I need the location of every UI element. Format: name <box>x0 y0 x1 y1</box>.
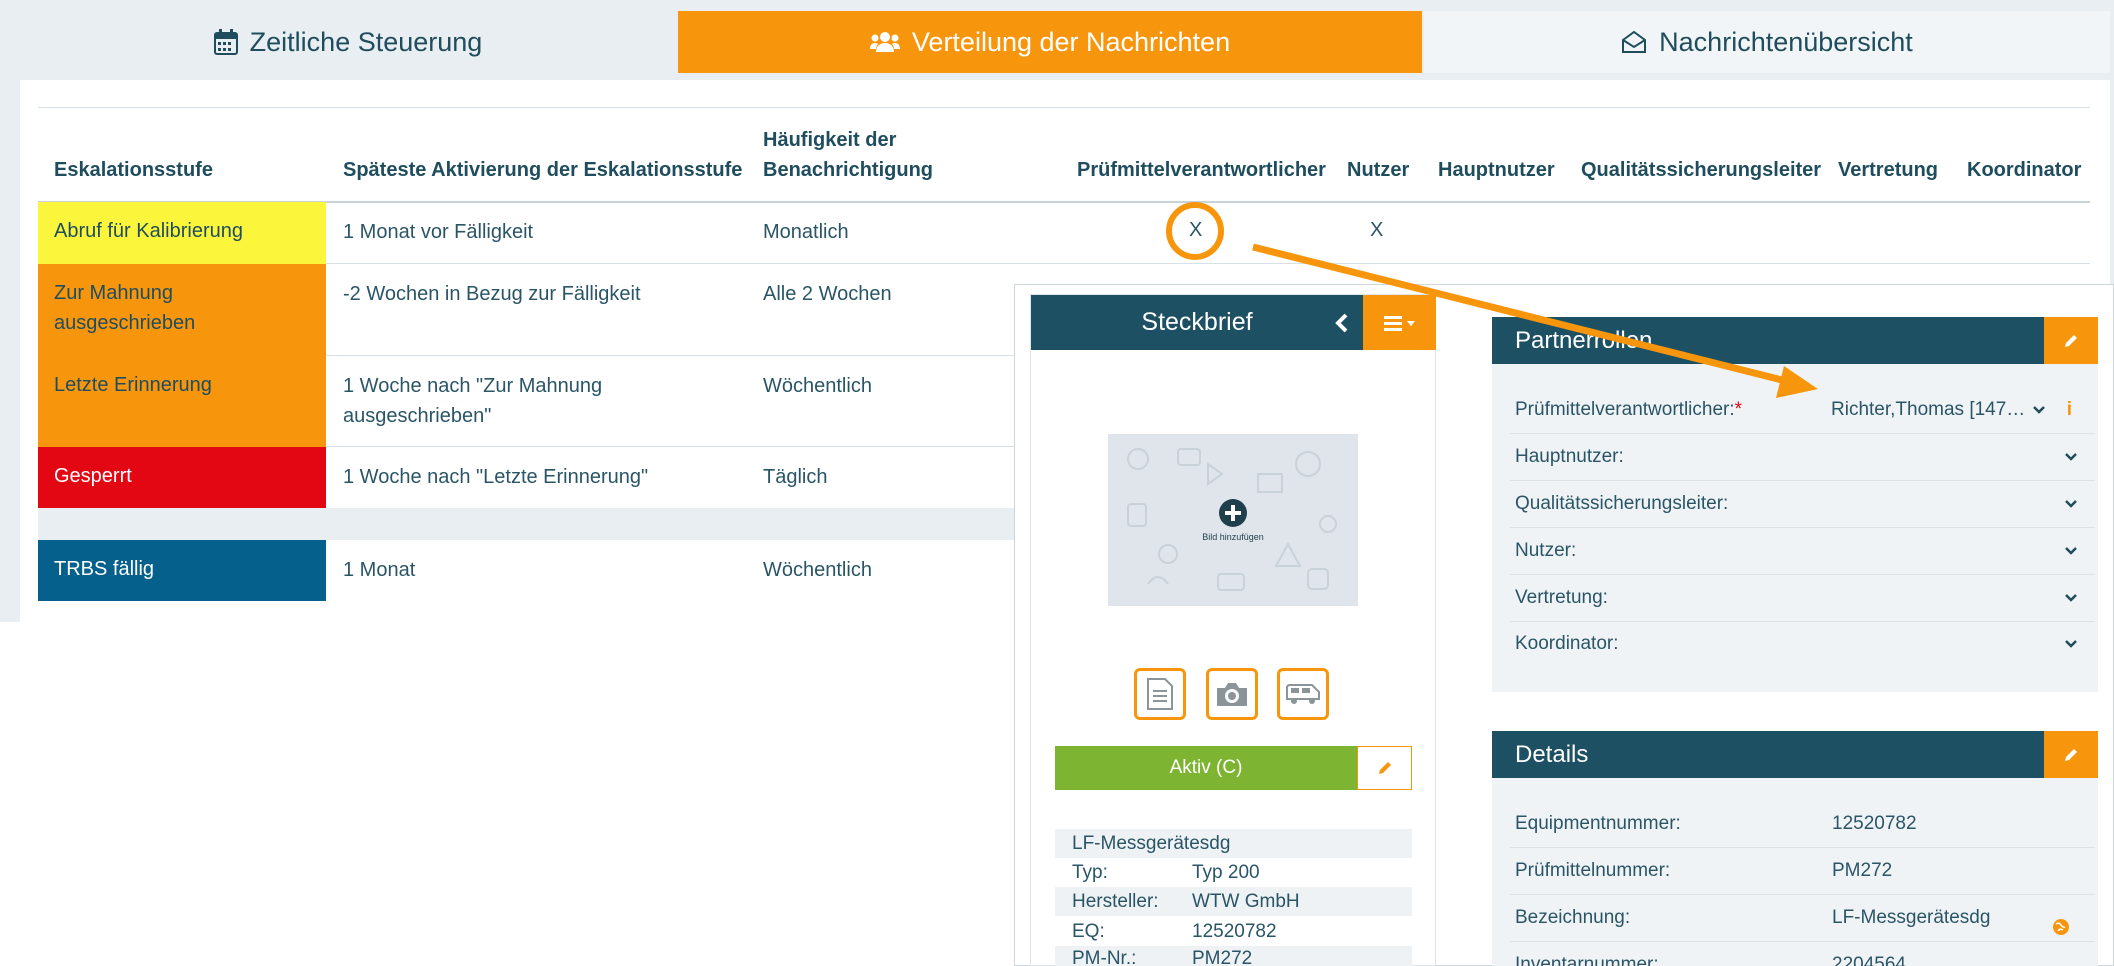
highlight-circle <box>1166 202 1224 260</box>
annotation-arrow-head <box>1776 366 1818 398</box>
annotation-arrow-line <box>1252 243 1791 386</box>
annotation-overlay <box>1166 202 1818 398</box>
